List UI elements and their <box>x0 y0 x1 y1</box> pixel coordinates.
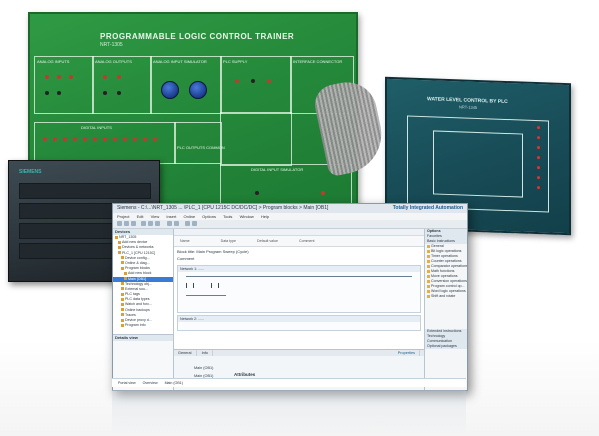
menu-window[interactable]: Window <box>240 214 254 219</box>
overview-tab[interactable]: Overview <box>143 379 158 387</box>
menu-help[interactable]: Help <box>261 214 269 219</box>
panel-plc-supply: PLC SUPPLY <box>220 56 292 114</box>
cut-icon[interactable] <box>141 221 146 226</box>
portal-view-button[interactable]: Portal view <box>118 379 136 387</box>
photo-scene: PROGRAMMABLE LOGIC CONTROL TRAINER NRT-1… <box>0 0 599 436</box>
panel-analog-inputs: ANALOG INPUTS <box>34 56 94 114</box>
tree-item[interactable]: Program info <box>113 323 173 328</box>
block-title: Block title: Main Program Sweep (Cycle) <box>177 249 249 254</box>
panel-plc-outputs-common: PLC OUTPUTS COMMON <box>174 122 225 164</box>
menu-options[interactable]: Options <box>202 214 216 219</box>
network-1-header: Network 1: ...... <box>178 266 420 272</box>
go-offline-icon[interactable] <box>192 221 197 226</box>
program-editor: Name Data type Default value Comment Blo… <box>174 229 424 349</box>
menu-insert[interactable]: Insert <box>166 214 176 219</box>
panel-analog-outputs: ANALOG OUTPUTS <box>92 56 152 114</box>
editor-toolbar <box>174 229 424 236</box>
menu-bar: Project Edit View Insert Online Options … <box>113 213 467 225</box>
menu-project[interactable]: Project <box>117 214 129 219</box>
paste-icon[interactable] <box>155 221 160 226</box>
potentiometer-knob <box>161 81 179 99</box>
ladder-rung <box>186 295 226 296</box>
network-2[interactable]: Network 2: ...... <box>177 315 421 331</box>
plc-brand: SIEMENS <box>19 169 42 175</box>
open-icon[interactable] <box>124 221 129 226</box>
menu-tools[interactable]: Tools <box>223 214 232 219</box>
board2-model: NRT-1345 <box>459 104 478 110</box>
save-icon[interactable] <box>131 221 136 226</box>
iface-col: Comment <box>298 239 315 243</box>
main-ob1-tab[interactable]: Main (OB1) <box>165 379 183 387</box>
panel-label: PLC OUTPUTS COMMON <box>177 145 225 150</box>
compile-icon[interactable] <box>167 221 172 226</box>
contact-icon[interactable] <box>186 283 194 288</box>
ladder-rung <box>186 276 412 277</box>
block-comment: Comment <box>177 256 195 261</box>
brand-name: Totally Integrated Automation <box>392 205 463 211</box>
panel-label: PLC SUPPLY <box>223 59 248 64</box>
potentiometer-knob <box>189 81 207 99</box>
network-2-header: Network 2: ...... <box>178 316 420 322</box>
project-tree: Devices NRT_1305 Add new device Devices … <box>113 229 174 334</box>
iface-col: Default value <box>256 239 278 243</box>
tank-inner <box>433 130 523 198</box>
attributes-heading: Attributes <box>234 372 256 377</box>
portal-taskbar: Portal view Overview Main (OB1) <box>112 378 466 387</box>
go-online-icon[interactable] <box>185 221 190 226</box>
panel-label: ANALOG OUTPUTS <box>95 59 132 64</box>
section-optional[interactable]: Optional packages <box>425 344 467 349</box>
download-icon[interactable] <box>174 221 179 226</box>
inspector-row[interactable]: Main (OB1) <box>194 366 213 371</box>
board-model: NRT-1305 <box>100 42 123 48</box>
tab-info[interactable]: Info <box>198 350 213 356</box>
panel-label: INTERFACE CONNECTOR <box>293 59 343 64</box>
toolbar <box>113 220 467 229</box>
menu-online[interactable]: Online <box>183 214 195 219</box>
window-title: Siemens - C:\...\NRT_1305 ... \PLC_1 [CP… <box>117 205 329 211</box>
contact-icon[interactable] <box>211 283 219 288</box>
panel-label: ANALOG INPUT SIMULATOR <box>153 59 207 64</box>
window-reflection <box>112 390 466 436</box>
tia-portal-window: Siemens - C:\...\NRT_1305 ... \PLC_1 [CP… <box>112 203 468 391</box>
panel-analog-input-simulator: ANALOG INPUT SIMULATOR <box>150 56 222 114</box>
menu-edit[interactable]: Edit <box>137 214 144 219</box>
menu-view[interactable]: View <box>151 214 160 219</box>
inspector-tabs: General Info Properties <box>174 350 424 356</box>
instructions-pane: Options Favorites Basic instructions Gen… <box>424 229 467 390</box>
new-project-icon[interactable] <box>117 221 122 226</box>
copy-icon[interactable] <box>148 221 153 226</box>
board-title: PROGRAMMABLE LOGIC CONTROL TRAINER <box>100 32 295 41</box>
details-view-header: Details view <box>113 335 173 341</box>
block-interface: Name Data type Default value Comment <box>174 236 424 247</box>
iface-col: Data type <box>220 239 236 243</box>
properties-label[interactable]: Properties <box>394 350 420 356</box>
panel-digital-inputs: DIGITAL INPUTS <box>34 122 176 164</box>
tab-general[interactable]: General <box>174 350 197 356</box>
iface-col: Name <box>180 239 190 243</box>
panel-converters <box>220 112 292 166</box>
panel-label: DIGITAL INPUTS <box>81 125 112 130</box>
network-1[interactable]: Network 1: ...... <box>177 265 421 313</box>
panel-label: ANALOG INPUTS <box>37 59 70 64</box>
panel-label: DIGITAL INPUT SIMULATOR <box>251 167 304 172</box>
